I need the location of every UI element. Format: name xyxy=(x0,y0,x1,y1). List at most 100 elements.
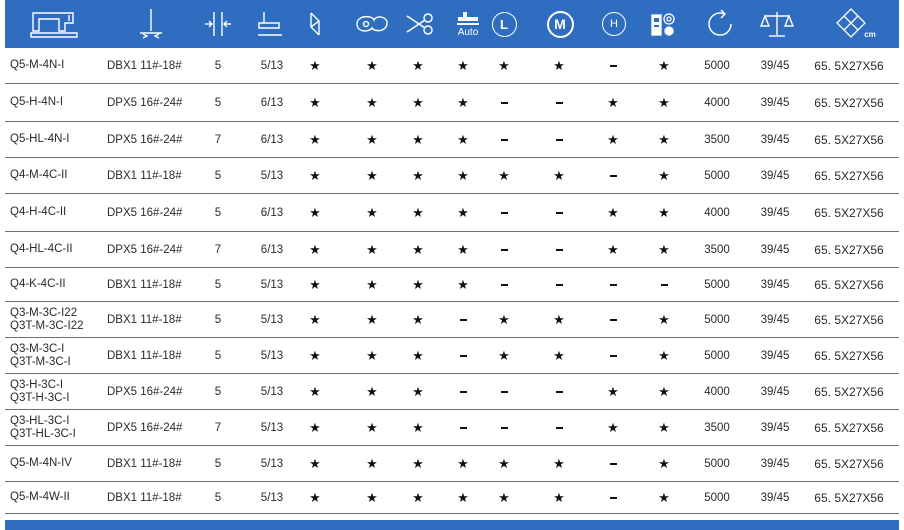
star-icon: ★ xyxy=(498,311,510,327)
star-icon: ★ xyxy=(658,57,670,73)
weight-cell: 39/45 xyxy=(760,96,790,109)
feature-cell xyxy=(600,268,626,301)
star-icon: ★ xyxy=(457,204,469,220)
presser-lift-cell: 5/13 xyxy=(260,278,284,291)
cm-label: cm xyxy=(864,29,876,39)
speed-cell: 4000 xyxy=(704,96,730,109)
model-name: Q3T-H-3C-I xyxy=(10,391,70,404)
star-icon: ★ xyxy=(658,347,670,363)
feature-cell: ★ xyxy=(450,194,476,231)
star-icon: ★ xyxy=(457,455,469,471)
feature-cell: ★ xyxy=(305,268,325,301)
dash-icon xyxy=(609,318,617,321)
star-icon: ★ xyxy=(553,311,565,327)
feature-cell: ★ xyxy=(359,410,385,445)
model-name: Q4-K-4C-II xyxy=(10,278,66,290)
speed-cell: 5000 xyxy=(704,278,730,291)
feature-cell: ★ xyxy=(450,446,476,481)
feature-cell: ★ xyxy=(359,374,385,409)
presser-lift-cell: 6/13 xyxy=(260,206,284,219)
star-icon: ★ xyxy=(366,489,378,505)
medium-duty-icon: M xyxy=(545,0,575,48)
feature-cell xyxy=(546,122,572,157)
feature-cell xyxy=(546,194,572,231)
model-name: Q5-M-4N-I xyxy=(10,59,65,71)
dash-icon xyxy=(555,138,563,141)
feature-cell: ★ xyxy=(450,268,476,301)
model-cell: Q5-M-4N-IV xyxy=(10,446,105,481)
feature-cell: ★ xyxy=(600,84,626,121)
dash-icon xyxy=(609,174,617,177)
star-icon: ★ xyxy=(498,57,510,73)
star-icon: ★ xyxy=(607,383,619,399)
speed-cell: 4000 xyxy=(704,385,730,398)
feature-cell: ★ xyxy=(405,122,431,157)
stitch-length-cell: 5 xyxy=(214,59,222,72)
feature-cell: ★ xyxy=(651,302,677,337)
stitch-length-cell: 5 xyxy=(214,313,222,326)
speed-cell: 3500 xyxy=(704,133,730,146)
feature-cell: ★ xyxy=(450,232,476,267)
feature-cell: ★ xyxy=(359,482,385,513)
feature-cell: ★ xyxy=(546,158,572,193)
weight-cell: 39/45 xyxy=(760,206,790,219)
star-icon: ★ xyxy=(457,276,469,292)
model-name: Q4-M-4C-II xyxy=(10,169,68,181)
model-cell: Q3-H-3C-I Q3T-H-3C-I xyxy=(10,374,105,409)
package-size-cell: 65. 5X27X56 xyxy=(814,242,884,257)
needle-spec-cell: DPX5 16#-24# xyxy=(107,421,183,434)
feature-cell xyxy=(546,232,572,267)
presser-lift-cell: 5/13 xyxy=(260,59,284,72)
table-row: Q3-M-3C-I Q3T-M-3C-I DBX1 11#-18# 5 5/13 ★ ★ ★ ★… xyxy=(5,338,899,374)
needle-spec-cell: DPX5 16#-24# xyxy=(107,133,183,146)
package-size-cell: 65. 5X27X56 xyxy=(814,348,884,363)
dash-icon xyxy=(555,283,563,286)
weight-cell: 39/45 xyxy=(760,349,790,362)
dash-icon xyxy=(609,283,617,286)
package-size-cell: 65. 5X27X56 xyxy=(814,58,884,73)
package-size-cell: 65. 5X27X56 xyxy=(814,132,884,147)
star-icon: ★ xyxy=(412,419,424,435)
weight-cell: 39/45 xyxy=(760,59,790,72)
feature-cell: ★ xyxy=(305,48,325,83)
star-icon: ★ xyxy=(366,311,378,327)
model-name: Q4-H-4C-II xyxy=(10,206,67,218)
stitch-length-cell: 7 xyxy=(214,133,222,146)
presser-lift-cell: 5/13 xyxy=(260,491,284,504)
sewing-machine-icon xyxy=(25,0,85,48)
dash-icon xyxy=(500,101,508,104)
model-name: Q3-M-3C-I xyxy=(10,342,65,355)
star-icon: ★ xyxy=(412,383,424,399)
star-icon: ★ xyxy=(658,455,670,471)
feature-cell xyxy=(546,374,572,409)
table-row: Q5-M-4N-I DBX1 11#-18# 5 5/13 ★ ★ ★ ★ ★ ★ ★ 5000 39/… xyxy=(5,48,899,84)
feature-cell: ★ xyxy=(491,158,517,193)
star-icon: ★ xyxy=(309,311,321,327)
feature-cell: ★ xyxy=(405,158,431,193)
feature-cell xyxy=(491,268,517,301)
dash-icon xyxy=(555,101,563,104)
dash-icon xyxy=(609,354,617,357)
feature-cell: ★ xyxy=(450,122,476,157)
model-name: Q5-HL-4N-I xyxy=(10,133,70,145)
star-icon: ★ xyxy=(412,204,424,220)
needle-spec-cell: DBX1 11#-18# xyxy=(107,491,182,504)
feature-cell: ★ xyxy=(359,84,385,121)
dash-icon xyxy=(459,354,467,357)
dash-icon xyxy=(459,390,467,393)
star-icon: ★ xyxy=(658,131,670,147)
needle-spec-cell: DBX1 11#-18# xyxy=(107,349,182,362)
dash-icon xyxy=(609,496,617,499)
table-row: Q4-H-4C-II DPX5 16#-24# 5 6/13 ★ ★ ★ ★ ★ ★ 4000 39/… xyxy=(5,194,899,232)
feature-cell: ★ xyxy=(651,410,677,445)
feature-cell xyxy=(491,84,517,121)
auto-label: Auto xyxy=(457,26,479,38)
feature-cell: ★ xyxy=(546,482,572,513)
presser-lift-cell: 5/13 xyxy=(260,169,284,182)
feature-cell: ★ xyxy=(450,48,476,83)
feature-cell: ★ xyxy=(305,338,325,373)
star-icon: ★ xyxy=(607,94,619,110)
feature-cell: ★ xyxy=(359,302,385,337)
package-size-icon: cm xyxy=(830,0,880,48)
star-icon: ★ xyxy=(309,167,321,183)
